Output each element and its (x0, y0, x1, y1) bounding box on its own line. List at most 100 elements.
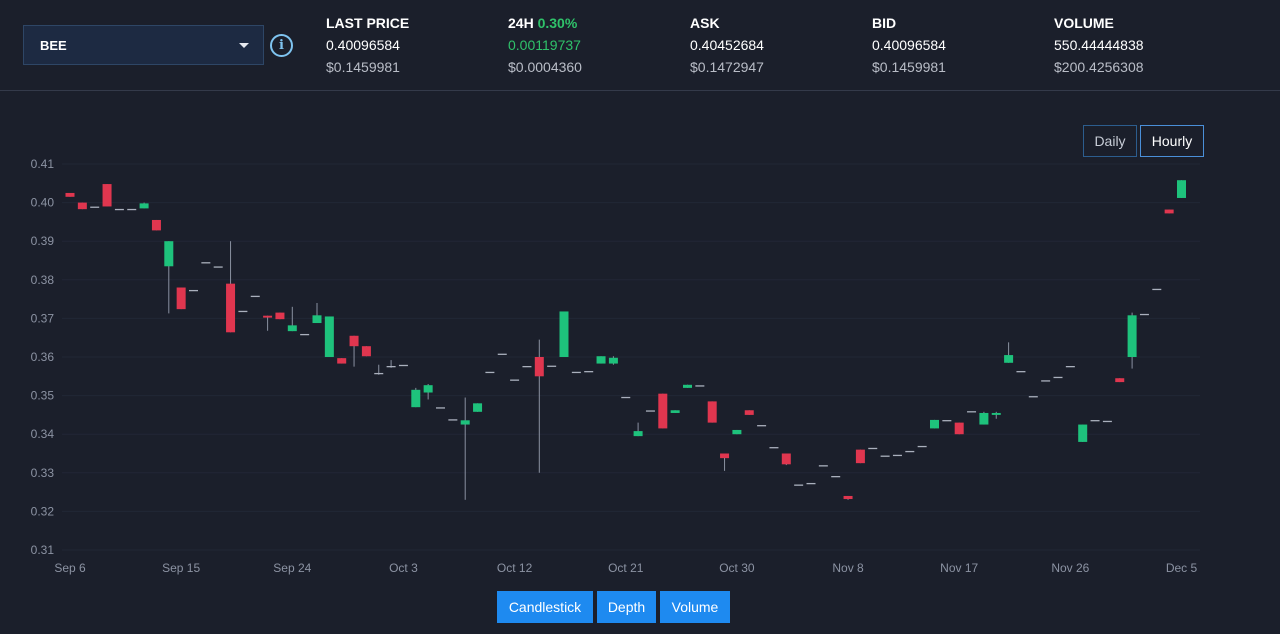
stat-usd: $0.0004360 (508, 59, 582, 75)
candle-body (670, 410, 680, 413)
stat-last-price: LAST PRICE 0.40096584 $0.1459981 (326, 14, 409, 76)
candle-body (1177, 180, 1186, 198)
candle-body (707, 401, 717, 423)
stat-label: VOLUME (1054, 15, 1114, 31)
candle-body (460, 420, 470, 425)
stat-24h: 24H 0.30% 0.00119737 $0.0004360 (508, 14, 582, 76)
y-tick-label: 0.32 (31, 504, 55, 518)
candle-body (77, 202, 87, 210)
stat-value: 0.40096584 (326, 37, 400, 53)
candle-body (287, 325, 297, 332)
candle-body (1115, 378, 1125, 383)
candle-body (1164, 209, 1174, 214)
candle-body (954, 422, 964, 435)
stat-bid: BID 0.40096584 $0.1459981 (872, 14, 946, 76)
info-icon[interactable]: i (270, 34, 293, 57)
stat-usd: $0.1459981 (872, 59, 946, 75)
candle-body (102, 184, 112, 207)
stat-24h-percent: 0.30% (537, 15, 578, 31)
x-tick-label: Sep 6 (54, 561, 86, 575)
y-tick-label: 0.37 (31, 311, 55, 325)
stat-value: 0.40096584 (872, 37, 946, 53)
candle-body (139, 203, 149, 209)
symbol-select[interactable]: BEE (23, 25, 264, 65)
candle-body (596, 356, 606, 364)
candle-body (534, 357, 544, 377)
symbol-label: BEE (40, 37, 67, 53)
candle-body (176, 287, 186, 310)
candle-body (1004, 355, 1014, 363)
y-tick-label: 0.33 (31, 466, 55, 480)
candle-body (349, 335, 359, 347)
candle-body (151, 219, 161, 231)
tab-volume[interactable]: Volume (660, 591, 730, 623)
hourly-toggle-button[interactable]: Hourly (1140, 125, 1204, 157)
candle-body (855, 449, 865, 464)
y-tick-label: 0.34 (31, 427, 55, 441)
market-header: BEE i LAST PRICE 0.40096584 $0.1459981 2… (0, 0, 1280, 91)
candle-body (65, 192, 75, 197)
stat-label: ASK (690, 15, 720, 31)
candle-body (979, 412, 989, 425)
y-tick-label: 0.40 (31, 196, 55, 210)
x-tick-label: Sep 15 (162, 561, 200, 575)
candle-body (263, 315, 273, 318)
stat-volume: VOLUME 550.44444838 $200.4256308 (1054, 14, 1144, 76)
chart-type-tabs: Candlestick Depth Volume (497, 591, 730, 623)
candle-body (720, 453, 730, 459)
candle-body (337, 358, 347, 364)
stat-value: 0.40452684 (690, 37, 764, 53)
candle-body (658, 393, 668, 429)
y-tick-label: 0.38 (31, 273, 55, 287)
y-tick-label: 0.36 (31, 350, 55, 364)
stat-usd: $0.1459981 (326, 59, 400, 75)
y-tick-label: 0.39 (31, 234, 55, 248)
candle-body (275, 312, 285, 320)
tab-depth[interactable]: Depth (597, 591, 656, 623)
candle-body (732, 429, 742, 435)
candle-body (473, 403, 483, 412)
candle-body (164, 241, 174, 267)
candle-body (226, 283, 236, 333)
candle-body (781, 453, 791, 465)
stat-label: BID (872, 15, 897, 31)
x-tick-label: Oct 12 (497, 561, 533, 575)
x-tick-label: Oct 3 (389, 561, 418, 575)
daily-toggle-button[interactable]: Daily (1083, 125, 1137, 157)
y-tick-label: 0.35 (31, 389, 55, 403)
x-tick-label: Nov 26 (1051, 561, 1089, 575)
candle-body (324, 316, 334, 357)
candle-body (1078, 424, 1088, 442)
x-tick-label: Oct 21 (608, 561, 644, 575)
candlestick-chart[interactable]: 0.31 0.32 0.33 0.34 0.35 0.36 0.37 0.38 0.39 0.40… (0, 150, 1280, 582)
candle-body (843, 495, 853, 500)
tab-candlestick[interactable]: Candlestick (497, 591, 593, 623)
y-tick-label: 0.41 (31, 157, 55, 171)
candle-body (991, 412, 1001, 415)
candle-body (1127, 315, 1137, 357)
stat-24h-label: 24H (508, 15, 534, 31)
candle-body (683, 384, 692, 388)
stat-ask: ASK 0.40452684 $0.1472947 (690, 14, 764, 76)
candle-body (411, 389, 421, 408)
candle-body (744, 410, 754, 415)
candle-body (633, 431, 643, 437)
stat-usd: $0.1472947 (690, 59, 764, 75)
x-tick-label: Sep 24 (273, 561, 311, 575)
stat-usd: $200.4256308 (1054, 59, 1144, 75)
x-tick-label: Nov 8 (832, 561, 864, 575)
x-tick-label: Oct 30 (719, 561, 755, 575)
candle-body (312, 315, 322, 324)
stat-label: LAST PRICE (326, 15, 410, 31)
candle-body (361, 346, 371, 357)
candle-body (559, 311, 569, 357)
stat-label: 24H 0.30% (508, 14, 582, 32)
stat-value: 550.44444838 (1054, 37, 1144, 53)
candle-body (930, 419, 939, 429)
caret-down-icon (239, 42, 249, 48)
x-tick-label: Dec 5 (1166, 561, 1198, 575)
candle-body (423, 385, 433, 393)
x-tick-label: Nov 17 (940, 561, 978, 575)
stat-value: 0.00119737 (508, 37, 581, 53)
y-tick-label: 0.31 (31, 543, 55, 557)
